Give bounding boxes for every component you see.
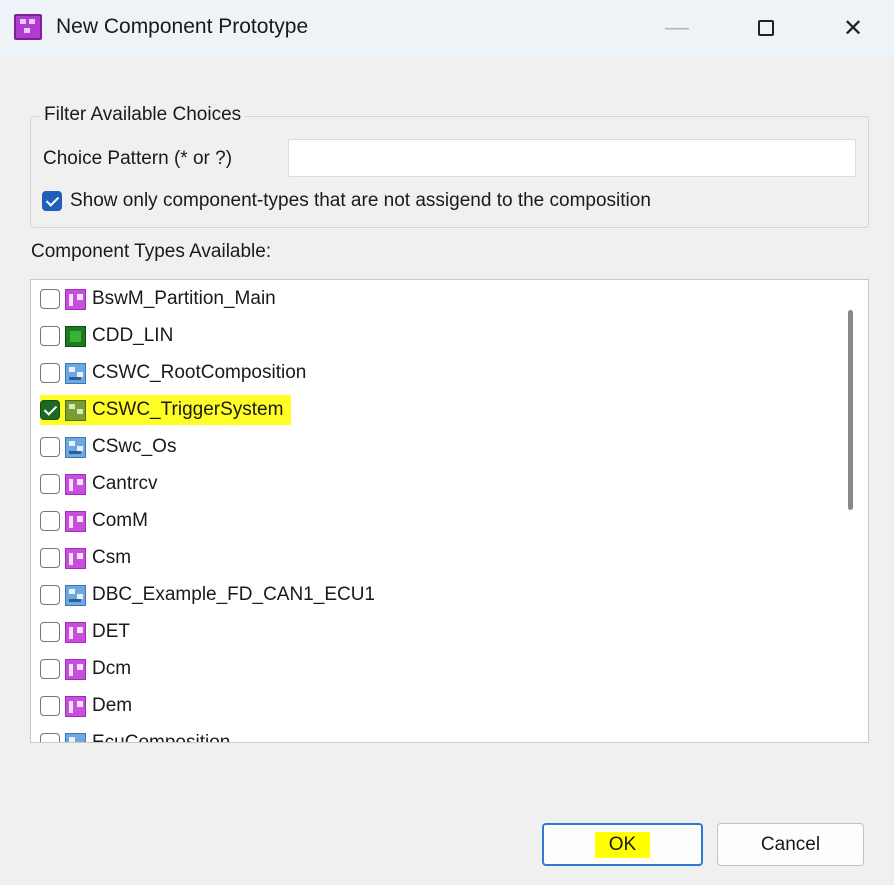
list-item[interactable]: BswM_Partition_Main: [40, 284, 278, 314]
close-icon: ✕: [842, 14, 864, 42]
choice-pattern-input[interactable]: [288, 139, 856, 177]
list-item-checkbox[interactable]: [40, 363, 60, 383]
list-scrollbar-thumb[interactable]: [848, 310, 853, 510]
list-item-label: CSWC_TriggerSystem: [92, 399, 284, 420]
list-item-label: CDD_LIN: [92, 325, 174, 346]
list-item-label: DET: [92, 621, 130, 642]
list-item-label: DBC_Example_FD_CAN1_ECU1: [92, 584, 375, 605]
bsw-module-icon: [65, 473, 86, 495]
close-button[interactable]: ✕: [824, 6, 882, 50]
component-types-list[interactable]: BswM_Partition_Main CDD_LIN CSWC_RootCompo…: [30, 279, 869, 743]
cancel-button-label: Cancel: [760, 833, 821, 855]
list-item-checkbox[interactable]: [40, 696, 60, 716]
cdd-icon: [65, 325, 86, 347]
composition-icon: [65, 362, 86, 384]
ok-button-label: OK: [594, 831, 651, 858]
filter-group-legend: Filter Available Choices: [40, 104, 246, 126]
list-item-checkbox[interactable]: [40, 659, 60, 679]
list-item-label: Dcm: [92, 658, 132, 679]
composition-icon: [65, 732, 86, 742]
list-item-label: ComM: [92, 510, 148, 531]
maximize-icon: [758, 20, 774, 36]
minimize-icon: —: [665, 14, 689, 41]
cancel-button[interactable]: Cancel: [717, 823, 864, 866]
list-item[interactable]: CDD_LIN: [40, 321, 175, 351]
list-item-checkbox[interactable]: [40, 474, 60, 494]
list-item[interactable]: Cantrcv: [40, 469, 159, 499]
list-item-label: Dem: [92, 695, 133, 716]
show-only-unassigned-label: Show only component-types that are not a…: [70, 190, 651, 211]
ok-button[interactable]: OK: [542, 823, 703, 866]
list-item[interactable]: DET: [40, 617, 132, 647]
list-item[interactable]: Dem: [40, 691, 134, 721]
list-item[interactable]: CSwc_Os: [40, 432, 178, 462]
bsw-module-icon: [65, 547, 86, 569]
list-item-checkbox[interactable]: [40, 289, 60, 309]
list-item[interactable]: DBC_Example_FD_CAN1_ECU1: [40, 580, 377, 610]
bsw-module-icon: [65, 510, 86, 532]
list-item-label: Csm: [92, 547, 132, 568]
bsw-module-icon: [65, 658, 86, 680]
list-item[interactable]: Csm: [40, 543, 133, 573]
minimize-button[interactable]: —: [648, 6, 706, 50]
bsw-module-icon: [65, 621, 86, 643]
list-item-checkbox[interactable]: [40, 400, 60, 420]
app-icon: [14, 14, 42, 40]
application-swc-icon: [65, 399, 86, 421]
list-item-label: CSWC_RootComposition: [92, 362, 307, 383]
list-item-checkbox[interactable]: [40, 548, 60, 568]
list-item-checkbox[interactable]: [40, 585, 60, 605]
composition-icon: [65, 584, 86, 606]
component-types-label: Component Types Available:: [31, 241, 272, 262]
show-only-unassigned-checkbox[interactable]: [42, 191, 62, 211]
list-item[interactable]: CSWC_RootComposition: [40, 358, 308, 388]
list-item-checkbox[interactable]: [40, 326, 60, 346]
maximize-button[interactable]: [737, 6, 795, 50]
list-item-checkbox[interactable]: [40, 733, 60, 742]
show-only-unassigned-option[interactable]: Show only component-types that are not a…: [42, 190, 651, 212]
bsw-module-icon: [65, 695, 86, 717]
composition-icon: [65, 436, 86, 458]
list-item-label: BswM_Partition_Main: [92, 288, 276, 309]
choice-pattern-label: Choice Pattern (* or ?): [43, 148, 233, 169]
window-title: New Component Prototype: [56, 15, 309, 38]
list-item-label: EcuComposition: [92, 732, 231, 743]
list-item[interactable]: ComM: [40, 506, 150, 536]
bsw-module-icon: [65, 288, 86, 310]
list-item-checkbox[interactable]: [40, 437, 60, 457]
list-item[interactable]: EcuComposition: [40, 728, 232, 743]
list-item-checkbox[interactable]: [40, 622, 60, 642]
list-item[interactable]: Dcm: [40, 654, 133, 684]
list-item-checkbox[interactable]: [40, 511, 60, 531]
title-bar: New Component Prototype — ✕: [0, 0, 894, 56]
list-item-label: Cantrcv: [92, 473, 158, 494]
list-item-label: CSwc_Os: [92, 436, 177, 457]
list-item[interactable]: CSWC_TriggerSystem: [40, 395, 292, 425]
